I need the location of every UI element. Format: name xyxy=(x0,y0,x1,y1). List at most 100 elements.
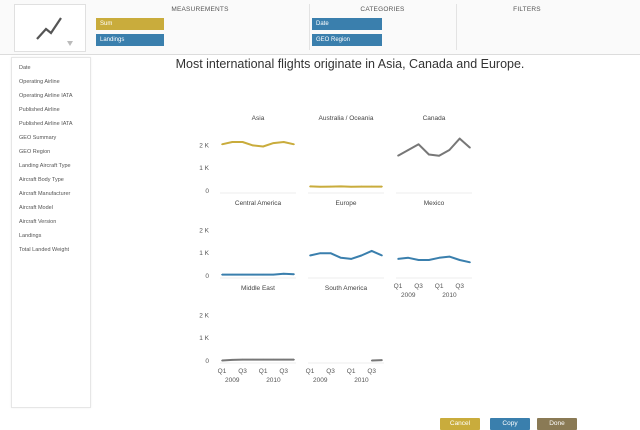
data-point xyxy=(397,258,399,260)
data-point xyxy=(252,359,254,361)
field-geo-region[interactable]: GEO Region xyxy=(19,149,50,155)
x-year-label: 2010 xyxy=(266,377,281,384)
x-tick-label: Q1 xyxy=(435,283,444,290)
data-point xyxy=(449,256,451,258)
copy-button[interactable]: Copy xyxy=(490,418,530,430)
data-point xyxy=(309,255,311,257)
field-total-landed-weight[interactable]: Total Landed Weight xyxy=(19,247,69,253)
data-point xyxy=(231,274,233,276)
data-point xyxy=(293,273,295,275)
x-tick-label: Q1 xyxy=(306,368,315,375)
data-point xyxy=(340,257,342,259)
line-chart-icon xyxy=(15,5,85,51)
data-point xyxy=(231,359,233,361)
measure-pill-landings[interactable]: Landings xyxy=(96,34,164,46)
data-point xyxy=(407,149,409,151)
data-point xyxy=(262,274,264,276)
field-operating-airline[interactable]: Operating Airline xyxy=(19,79,60,85)
field-aircraft-model[interactable]: Aircraft Model xyxy=(19,205,53,211)
measure-pill-sum[interactable]: Sum xyxy=(96,18,164,30)
small-multiples-chart: 01 K2 K01 K2 K01 K2 KAsiaAustralia / Oce… xyxy=(190,105,490,390)
data-point xyxy=(262,359,264,361)
y-tick-label: 1 K xyxy=(199,335,209,342)
data-point xyxy=(283,141,285,143)
x-year-label: 2009 xyxy=(225,377,240,384)
categories-shelf-label: CATEGORIES xyxy=(310,6,455,13)
done-button[interactable]: Done xyxy=(537,418,577,430)
data-point xyxy=(330,186,332,188)
field-aircraft-body-type[interactable]: Aircraft Body Type xyxy=(19,177,64,183)
category-pill-date[interactable]: Date xyxy=(312,18,382,30)
x-year-label: 2009 xyxy=(313,377,328,384)
y-tick-label: 0 xyxy=(205,273,209,280)
data-point xyxy=(273,359,275,361)
x-tick-label: Q1 xyxy=(347,368,356,375)
x-tick-label: Q1 xyxy=(394,283,403,290)
panel-title: Central America xyxy=(235,200,282,207)
field-aircraft-manufacturer[interactable]: Aircraft Manufacturer xyxy=(19,191,70,197)
data-point xyxy=(459,138,461,140)
data-point xyxy=(319,252,321,254)
panel-title: Middle East xyxy=(241,285,275,292)
data-point xyxy=(309,186,311,188)
x-year-label: 2009 xyxy=(401,292,416,299)
data-point xyxy=(242,359,244,361)
field-landing-aircraft-type[interactable]: Landing Aircraft Type xyxy=(19,163,71,169)
cancel-button[interactable]: Cancel xyxy=(440,418,480,430)
data-point xyxy=(252,274,254,276)
data-point xyxy=(221,143,223,145)
chevron-down-icon xyxy=(67,41,73,46)
data-point xyxy=(381,359,383,361)
x-tick-label: Q3 xyxy=(455,283,464,290)
field-published-airline-iata[interactable]: Published Airline IATA xyxy=(19,121,73,127)
data-point xyxy=(469,262,471,264)
data-point xyxy=(418,143,420,145)
chart-title: Most international flights originate in … xyxy=(100,57,600,71)
series-line xyxy=(398,139,470,156)
x-tick-label: Q3 xyxy=(279,368,288,375)
data-point xyxy=(283,273,285,275)
y-tick-label: 0 xyxy=(205,358,209,365)
data-point xyxy=(242,141,244,143)
x-tick-label: Q1 xyxy=(218,368,227,375)
data-point xyxy=(381,186,383,188)
x-tick-label: Q3 xyxy=(238,368,247,375)
series-line xyxy=(222,142,294,147)
data-point xyxy=(381,255,383,257)
data-point xyxy=(438,257,440,259)
data-point xyxy=(252,145,254,147)
data-point xyxy=(371,250,373,252)
measurements-shelf-label: MEASUREMENTS xyxy=(92,6,308,13)
data-point xyxy=(428,259,430,261)
x-year-label: 2010 xyxy=(442,292,457,299)
x-tick-label: Q3 xyxy=(326,368,335,375)
data-point xyxy=(293,359,295,361)
data-point xyxy=(407,257,409,259)
field-operating-airline-iata[interactable]: Operating Airline IATA xyxy=(19,93,73,99)
data-point xyxy=(449,149,451,151)
y-tick-label: 2 K xyxy=(199,312,209,319)
data-point xyxy=(231,141,233,143)
y-tick-label: 0 xyxy=(205,188,209,195)
data-point xyxy=(438,155,440,157)
panel-title: Mexico xyxy=(424,200,445,207)
filters-shelf-label: FILTERS xyxy=(457,6,597,13)
field-aircraft-version[interactable]: Aircraft Version xyxy=(19,219,56,225)
field-landings[interactable]: Landings xyxy=(19,233,41,239)
data-point xyxy=(361,186,363,188)
field-geo-summary[interactable]: GEO Summary xyxy=(19,135,56,141)
field-published-airline[interactable]: Published Airline xyxy=(19,107,60,113)
data-point xyxy=(273,274,275,276)
panel-title: Europe xyxy=(336,200,357,207)
data-point xyxy=(350,258,352,260)
field-date[interactable]: Date xyxy=(19,65,31,71)
x-tick-label: Q3 xyxy=(367,368,376,375)
data-point xyxy=(350,186,352,188)
category-pill-geo-region[interactable]: GEO Region xyxy=(312,34,382,46)
x-tick-label: Q3 xyxy=(414,283,423,290)
data-point xyxy=(428,154,430,156)
data-point xyxy=(469,147,471,149)
chart-type-picker[interactable] xyxy=(14,4,86,52)
panel-title: South America xyxy=(325,285,368,292)
y-tick-label: 1 K xyxy=(199,165,209,172)
